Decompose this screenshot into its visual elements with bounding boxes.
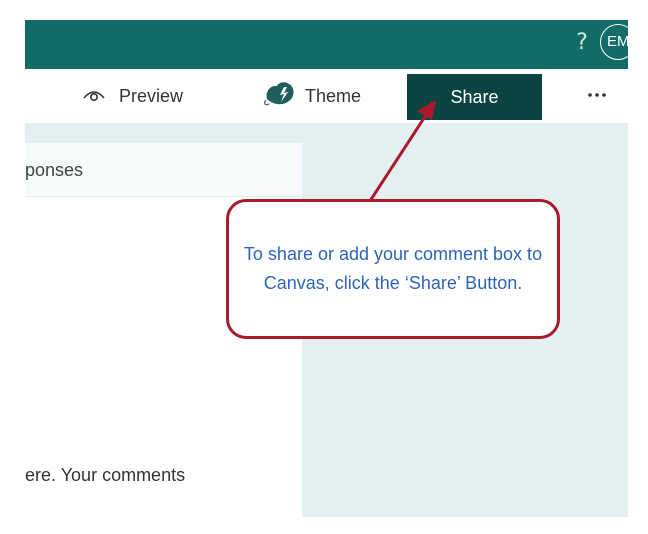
callout-text: To share or add your comment box to Canv… (243, 244, 543, 293)
instruction-callout: To share or add your comment box to Canv… (226, 199, 560, 339)
